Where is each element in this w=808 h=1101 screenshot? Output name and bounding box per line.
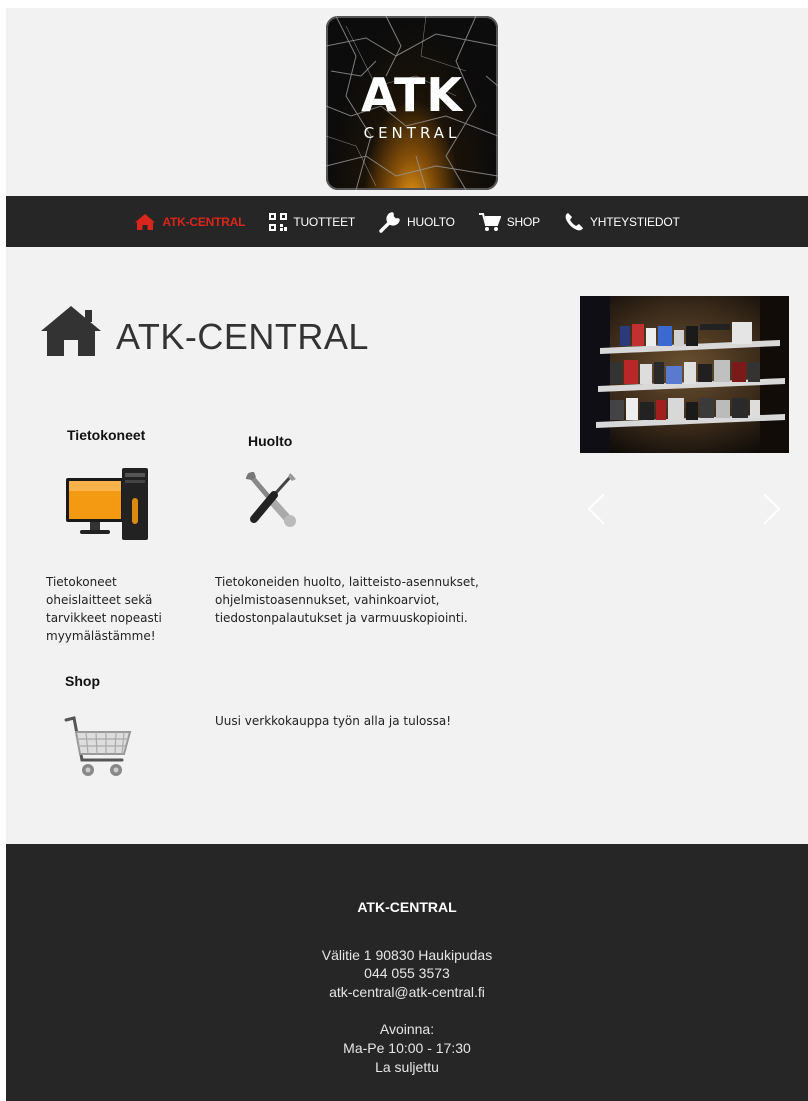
section-text-shop: Uusi verkkokauppa työn alla ja tulossa! [215,714,452,728]
section-heading-tietokoneet: Tietokoneet [67,427,146,443]
section-heading-huolto: Huolto [248,433,293,449]
footer-address: Välitie 1 90830 Haukipudas [321,947,493,963]
main-nav: ATK-CENTRAL TUOTTEET HUOLTO SHOP YHTEYST… [6,196,808,247]
home-icon [135,213,156,230]
wrench-icon [379,211,400,233]
footer-hours-label: Avoinna: [379,1021,435,1037]
footer-phone[interactable]: 044 055 3573 [6,965,808,981]
slideshow-image[interactable] [580,296,789,453]
site-logo[interactable]: ATK CENTRAL [326,16,498,190]
nav-label: TUOTTEET [293,214,356,229]
footer-title: ATK-CENTRAL [357,899,457,915]
nav-item-tuotteet[interactable]: TUOTTEET [269,212,356,231]
section-text-huolto: Tietokoneiden huolto, laitteisto-asennuk… [215,575,479,625]
page: ATK CENTRAL ATK-CENTRAL TUOTTEET HUOLTO … [6,8,808,1101]
logo-text: ATK [360,68,464,122]
tools-icon [245,471,296,527]
chevron-right-icon[interactable] [762,492,782,526]
page-title: ATK-CENTRAL [40,304,369,358]
footer-hours-saturday: La suljettu [375,1059,439,1075]
shopping-cart-icon [64,716,132,776]
store-shelves-photo [580,296,789,453]
footer-hours-weekday: Ma-Pe 10:00 - 17:30 [343,1040,471,1056]
page-title-text: ATK-CENTRAL [116,316,369,357]
nav-label: SHOP [506,214,540,229]
nav-label: YHTEYSTIEDOT [589,214,680,229]
qr-code-icon [269,212,288,231]
home-icon [41,306,101,356]
cart-icon [478,212,501,231]
nav-item-shop[interactable]: SHOP [478,212,540,232]
footer: ATK-CENTRAL Välitie 1 90830 Haukipudas 0… [6,844,808,1101]
nav-label: HUOLTO [407,214,455,229]
section-text-tietokoneet: Tietokoneet oheislaitteet sekä tarvikkee… [46,575,162,643]
section-heading-shop: Shop [65,673,100,689]
phone-icon [565,212,583,230]
computer-icon [66,468,148,540]
nav-item-yhteystiedot[interactable]: YHTEYSTIEDOT [564,212,680,232]
footer-email[interactable]: atk-central@atk-central.fi [6,984,808,1000]
chevron-left-icon[interactable] [586,492,606,526]
nav-item-atk-central[interactable]: ATK-CENTRAL [134,213,246,231]
logo-subtext: CENTRAL [363,124,461,142]
nav-label: ATK-CENTRAL [162,214,246,229]
nav-item-huolto[interactable]: HUOLTO [379,211,455,233]
